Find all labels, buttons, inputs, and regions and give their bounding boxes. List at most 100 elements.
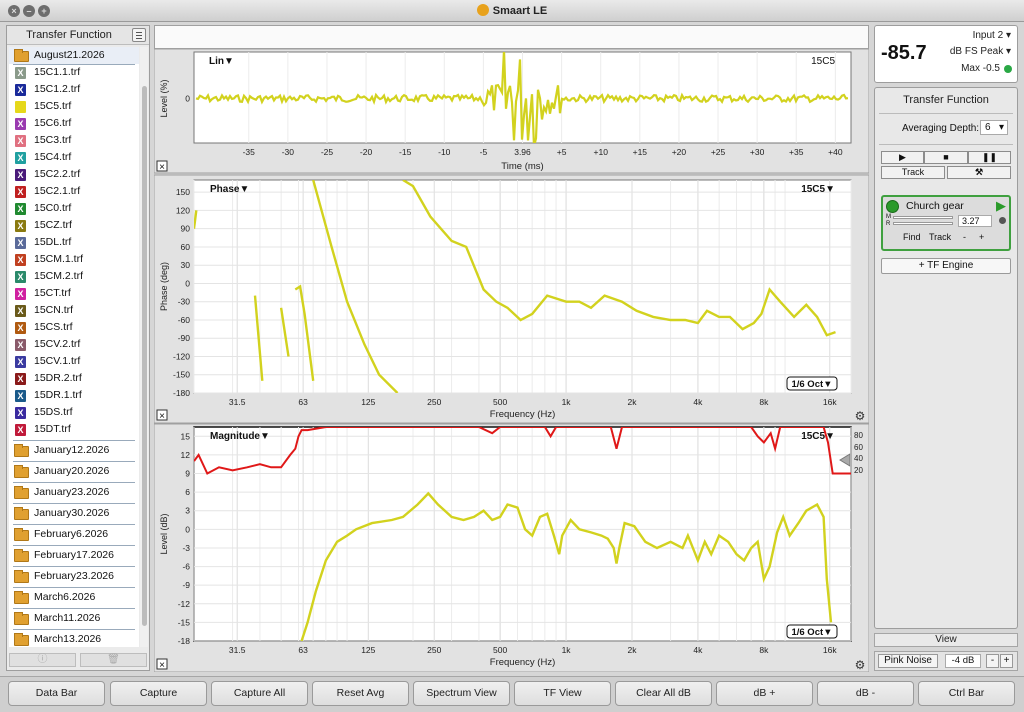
list-separator (13, 503, 135, 504)
folder-item[interactable]: February6.2026 (9, 526, 139, 543)
file-item[interactable]: X 15DT.trf (9, 421, 139, 438)
file-item[interactable]: X 15CT.trf (9, 285, 139, 302)
capture-button[interactable]: Capture (110, 681, 207, 706)
folder-item[interactable]: January30.2026 (9, 505, 139, 522)
file-item[interactable]: X 15DS.trf (9, 404, 139, 421)
delete-button[interactable]: 🗑 (80, 653, 147, 667)
chart-title[interactable]: Phase▼ (210, 184, 249, 195)
tf-view-button[interactable]: TF View (514, 681, 611, 706)
file-item[interactable]: X 15C1.1.trf (9, 64, 139, 81)
tf-engine-card[interactable]: Church gear ▶ MR 3.27 Find Track - + (881, 195, 1011, 251)
file-item[interactable]: X 15DL.trf (9, 234, 139, 251)
pause-button[interactable]: ❚❚ (968, 151, 1011, 164)
trash-icon: 🗑 (107, 654, 120, 665)
track-delay-button[interactable]: Track (929, 232, 951, 242)
meas-level-bar (893, 216, 953, 219)
folder-item[interactable]: January20.2026 (9, 463, 139, 480)
delay-value-field[interactable]: 3.27 (958, 215, 992, 227)
stop-button[interactable]: ■ (924, 151, 968, 164)
trace-label[interactable]: 15C5▼ (801, 184, 835, 195)
item-label: 15DT.trf (34, 423, 71, 435)
folder-item[interactable]: August21.2026 (9, 47, 139, 64)
trace-file-icon: X (15, 390, 26, 402)
play-icon: ▶ (899, 152, 906, 162)
file-item[interactable]: X 15C6.trf (9, 115, 139, 132)
settings-gear-icon[interactable]: ⚙ (855, 658, 866, 672)
file-item[interactable]: X 15CM.1.trf (9, 251, 139, 268)
y-axis-label: Level (dB) (159, 513, 169, 554)
file-item[interactable]: X 15C4.trf (9, 149, 139, 166)
file-item[interactable]: X 15C2.1.trf (9, 183, 139, 200)
input-selector[interactable]: Input 2 ▾ (973, 30, 1011, 41)
folder-item[interactable]: March13.2026 (9, 631, 139, 647)
file-item[interactable]: X 15DR.2.trf (9, 370, 139, 387)
play-engine-icon[interactable]: ▶ (996, 198, 1006, 214)
folder-item[interactable]: January12.2026 (9, 442, 139, 459)
capture-all-button[interactable]: Capture All (211, 681, 308, 706)
list-separator (13, 587, 135, 588)
db-button[interactable]: dB + (716, 681, 813, 706)
y-tick-label: -12 (178, 599, 191, 609)
folder-item[interactable]: March6.2026 (9, 589, 139, 606)
chart-title[interactable]: Magnitude▼ (210, 431, 270, 442)
play-button[interactable]: ▶ (881, 151, 924, 164)
trace-label[interactable]: 15C5▼ (801, 431, 835, 442)
file-item[interactable]: X 15DR.1.trf (9, 387, 139, 404)
pink-noise-button[interactable]: Pink Noise (878, 654, 938, 668)
y-tick-label: -150 (173, 370, 190, 380)
item-label: March11.2026 (34, 612, 101, 624)
trace-file-icon: X (15, 339, 26, 351)
scrollbar-thumb[interactable] (142, 86, 147, 626)
track-button[interactable]: Track (881, 166, 945, 179)
window-title: Smaart LE (0, 4, 1024, 17)
item-label: 15CZ.trf (34, 219, 72, 231)
file-item[interactable]: 15C5.trf (9, 98, 139, 115)
file-item[interactable]: X 15C1.2.trf (9, 81, 139, 98)
settings-gear-icon[interactable]: ⚙ (855, 409, 866, 423)
folder-item[interactable]: January23.2026 (9, 484, 139, 501)
delay-plus-button[interactable]: + (979, 232, 984, 242)
x-tick-label: -25 (321, 147, 334, 157)
add-tf-engine-button[interactable]: + TF Engine (881, 258, 1011, 274)
reset-avg-button[interactable]: Reset Avg (312, 681, 409, 706)
item-label: February23.2026 (34, 570, 114, 582)
engine-status-icon[interactable] (886, 200, 899, 213)
delay-minus-button[interactable]: - (963, 232, 966, 242)
file-item[interactable]: X 15CV.1.trf (9, 353, 139, 370)
item-label: 15CN.trf (34, 304, 74, 316)
menu-icon[interactable] (132, 28, 146, 42)
folder-item[interactable]: March11.2026 (9, 610, 139, 627)
file-item[interactable]: X 15C2.2.trf (9, 166, 139, 183)
averaging-depth-select[interactable]: 6 ▾ (980, 120, 1008, 135)
info-button[interactable]: ⓘ (9, 653, 76, 667)
file-item[interactable]: X 15CS.trf (9, 319, 139, 336)
file-item[interactable]: X 15C0.trf (9, 200, 139, 217)
file-item[interactable]: X 15CM.2.trf (9, 268, 139, 285)
folder-item[interactable]: February23.2026 (9, 568, 139, 585)
clear-all-db-button[interactable]: Clear All dB (615, 681, 712, 706)
meter-mode-selector[interactable]: dB FS Peak ▾ (950, 46, 1011, 57)
spectrum-view-button[interactable]: Spectrum View (413, 681, 510, 706)
x-tick-label: +10 (594, 147, 609, 157)
stop-icon: ■ (943, 152, 949, 162)
data-bar-button[interactable]: Data Bar (8, 681, 105, 706)
folder-item[interactable]: February17.2026 (9, 547, 139, 564)
pink-noise-level-field[interactable]: -4 dB (945, 654, 981, 668)
file-item[interactable]: X 15CN.trf (9, 302, 139, 319)
folder-icon (14, 528, 29, 541)
tools-button[interactable]: ⚒ (947, 166, 1011, 179)
find-delay-button[interactable]: Find (903, 232, 921, 242)
phase-plot-area (193, 179, 852, 394)
pink-noise-minus-button[interactable]: - (986, 654, 999, 668)
chart-title[interactable]: Lin▼ (209, 56, 234, 67)
file-item[interactable]: X 15CV.2.trf (9, 336, 139, 353)
db-button[interactable]: dB - (817, 681, 914, 706)
smoothing-label[interactable]: 1/6 Oct▼ (791, 627, 832, 638)
pink-noise-plus-button[interactable]: + (1000, 654, 1013, 668)
trace-file-icon: X (15, 169, 26, 181)
view-button[interactable]: View (874, 633, 1018, 647)
ctrl-bar-button[interactable]: Ctrl Bar (918, 681, 1015, 706)
file-item[interactable]: X 15CZ.trf (9, 217, 139, 234)
file-item[interactable]: X 15C3.trf (9, 132, 139, 149)
smoothing-label[interactable]: 1/6 Oct▼ (791, 379, 832, 390)
